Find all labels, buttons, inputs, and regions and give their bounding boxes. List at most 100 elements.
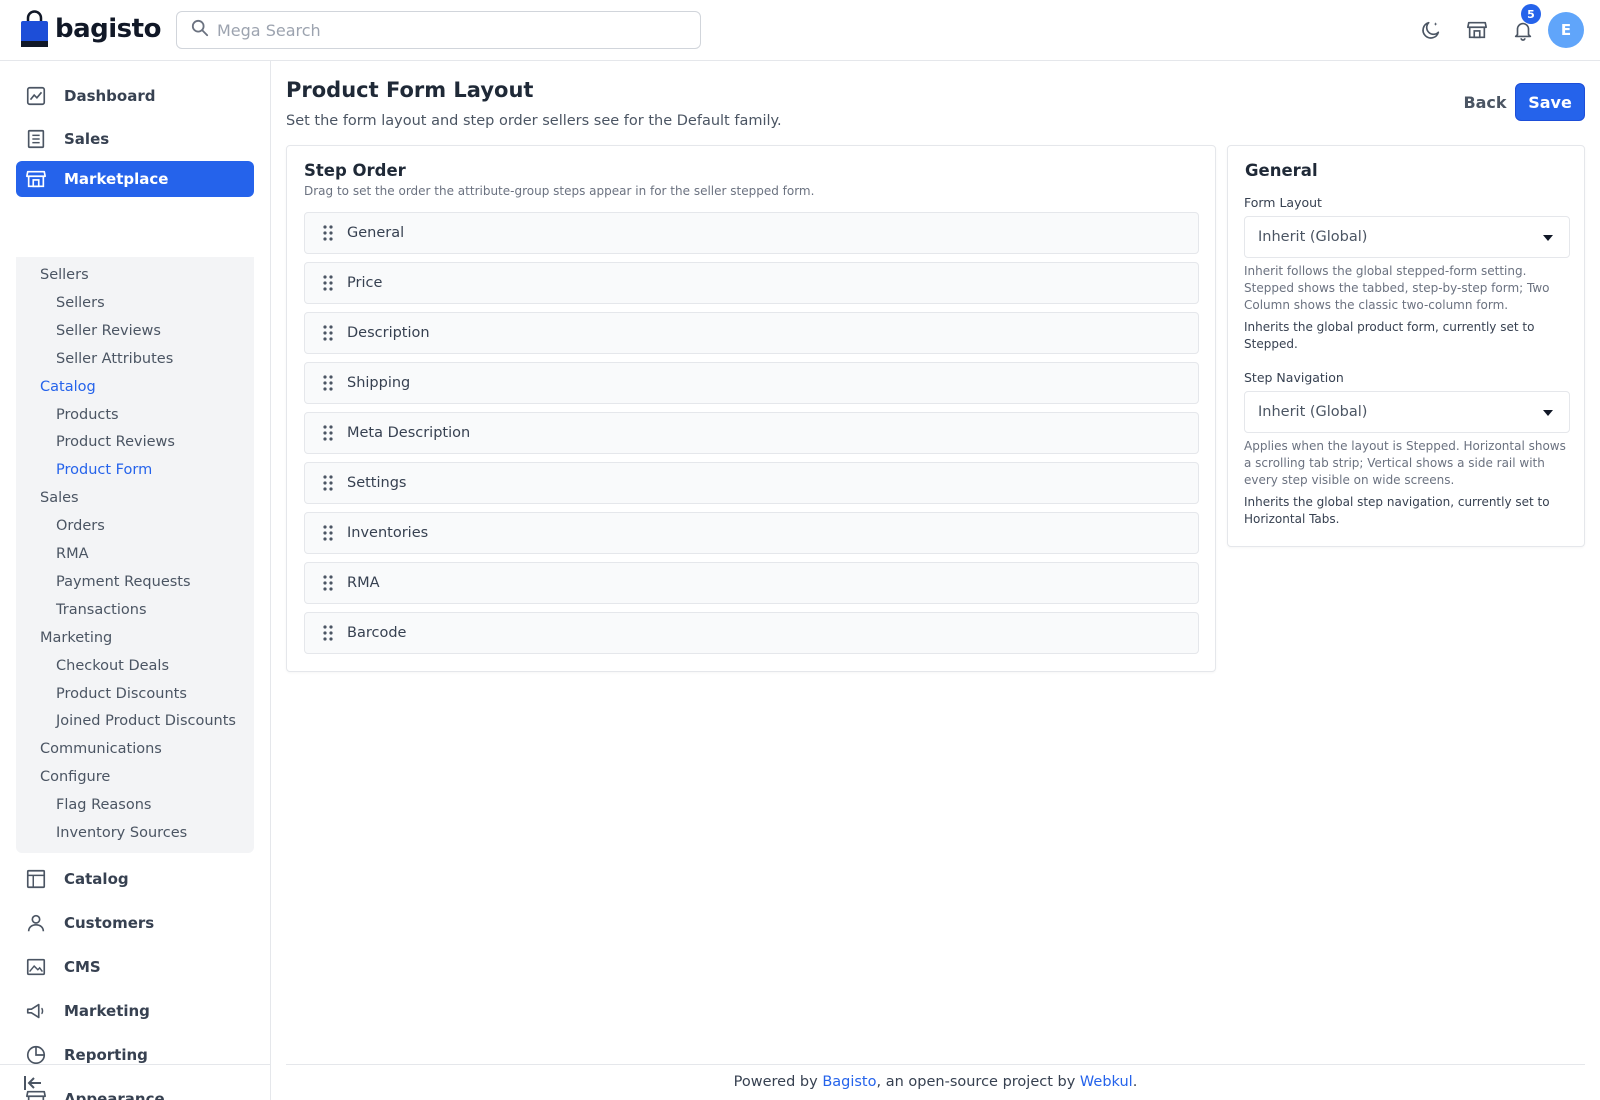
footer-prefix: Powered by xyxy=(733,1074,823,1090)
step-label: General xyxy=(347,225,405,241)
general-title: General xyxy=(1245,161,1318,180)
page-title: Product Form Layout xyxy=(286,78,534,102)
sidebar-item-customers[interactable]: Customers xyxy=(16,905,254,941)
sidebar-item-label: Marketing xyxy=(64,1002,150,1020)
collapse-sidebar-icon[interactable] xyxy=(22,1073,44,1097)
drag-handle-icon[interactable] xyxy=(322,574,334,592)
submenu-item-seller-attributes[interactable]: Seller Attributes xyxy=(56,351,173,367)
sidebar-item-cms[interactable]: CMS xyxy=(16,949,254,985)
step-row[interactable]: General xyxy=(304,212,1199,254)
footer-suffix: . xyxy=(1132,1074,1138,1090)
form-layout-help: Inherit follows the global stepped-form … xyxy=(1244,264,1550,312)
submenu-item-sales[interactable]: Sales xyxy=(40,490,79,506)
step-navigation-value: Inherit (Global) xyxy=(1258,404,1368,420)
caret-down-icon xyxy=(1543,410,1553,416)
submenu-item-catalog[interactable]: Catalog xyxy=(40,379,96,395)
submenu-item-marketing[interactable]: Marketing xyxy=(40,630,112,646)
step-navigation-select[interactable]: Inherit (Global) xyxy=(1244,391,1570,433)
drag-handle-icon[interactable] xyxy=(322,524,334,542)
search-icon xyxy=(191,19,209,41)
sidebar-item-label: CMS xyxy=(64,958,101,976)
bagisto-link[interactable]: Bagisto xyxy=(822,1074,876,1090)
store-icon xyxy=(24,167,48,191)
form-layout-label: Form Layout xyxy=(1244,195,1322,210)
step-label: Description xyxy=(347,325,430,341)
submenu-item-rma[interactable]: RMA xyxy=(56,546,89,562)
submenu-item-sellers[interactable]: Sellers xyxy=(56,295,105,311)
sidebar-item-label: Customers xyxy=(64,914,155,932)
footer-divider xyxy=(286,1064,1585,1065)
step-order-description: Drag to set the order the attribute-grou… xyxy=(304,184,815,198)
submenu-item-flag-reasons[interactable]: Flag Reasons xyxy=(56,797,151,813)
user-avatar[interactable]: E xyxy=(1548,12,1584,48)
megaphone-icon xyxy=(24,999,48,1023)
receipt-icon xyxy=(24,127,48,151)
step-row[interactable]: RMA xyxy=(304,562,1199,604)
footer: Powered by Bagisto, an open-source proje… xyxy=(286,1074,1585,1090)
sidebar-item-label: Catalog xyxy=(64,870,129,888)
step-order-title: Step Order xyxy=(304,161,406,180)
submenu-item-product-reviews[interactable]: Product Reviews xyxy=(56,434,175,450)
moon-icon[interactable] xyxy=(1418,17,1444,43)
drag-handle-icon[interactable] xyxy=(322,374,334,392)
submenu-item-communications[interactable]: Communications xyxy=(40,741,162,757)
submenu-item-product-discounts[interactable]: Product Discounts xyxy=(56,686,187,702)
page-subtitle: Set the form layout and step order selle… xyxy=(286,113,782,129)
step-row[interactable]: Inventories xyxy=(304,512,1199,554)
drag-handle-icon[interactable] xyxy=(322,274,334,292)
step-navigation-note: Inherits the global step navigation, cur… xyxy=(1244,495,1550,526)
image-icon xyxy=(24,955,48,979)
sidebar-item-marketplace[interactable]: Marketplace xyxy=(16,161,254,197)
submenu-item-payment-requests[interactable]: Payment Requests xyxy=(56,574,191,590)
catalog-icon xyxy=(24,867,48,891)
sidebar-item-catalog[interactable]: Catalog xyxy=(16,861,254,897)
submenu-item-orders[interactable]: Orders xyxy=(56,518,105,534)
submenu-item-seller-reviews[interactable]: Seller Reviews xyxy=(56,323,161,339)
step-row[interactable]: Settings xyxy=(304,462,1199,504)
form-layout-select[interactable]: Inherit (Global) xyxy=(1244,216,1570,258)
submenu-item-checkout-deals[interactable]: Checkout Deals xyxy=(56,658,169,674)
shopping-bag-icon xyxy=(20,10,49,48)
submenu-item-configure[interactable]: Configure xyxy=(40,769,110,785)
drag-handle-icon[interactable] xyxy=(322,224,334,242)
sidebar-item-marketing[interactable]: Marketing xyxy=(16,993,254,1029)
sidebar-item-sales[interactable]: Sales xyxy=(16,121,254,157)
sidebar-collapse-bar xyxy=(0,1064,270,1099)
submenu-item-products[interactable]: Products xyxy=(56,407,119,423)
brand-name: bagisto xyxy=(55,14,161,44)
sidebar-item-label: Reporting xyxy=(64,1046,148,1064)
step-row[interactable]: Price xyxy=(304,262,1199,304)
footer-middle: , an open-source project by xyxy=(876,1074,1080,1090)
marketplace-submenu xyxy=(16,257,254,853)
drag-handle-icon[interactable] xyxy=(322,324,334,342)
sidebar-item-dashboard[interactable]: Dashboard xyxy=(16,78,254,114)
form-layout-value: Inherit (Global) xyxy=(1258,229,1368,245)
submenu-item-inventory-sources[interactable]: Inventory Sources xyxy=(56,825,187,841)
step-row[interactable]: Description xyxy=(304,312,1199,354)
step-row[interactable]: Meta Description xyxy=(304,412,1199,454)
drag-handle-icon[interactable] xyxy=(322,424,334,442)
sidebar-item-label: Sales xyxy=(64,130,110,148)
submenu-item-transactions[interactable]: Transactions xyxy=(56,602,147,618)
general-card: General Form Layout Inherit (Global) Inh… xyxy=(1227,145,1585,547)
step-row[interactable]: Barcode xyxy=(304,612,1199,654)
save-button[interactable]: Save xyxy=(1515,83,1585,121)
step-navigation-help: Applies when the layout is Stepped. Hori… xyxy=(1244,439,1566,487)
step-label: Price xyxy=(347,275,383,291)
search-input[interactable] xyxy=(217,20,677,40)
submenu-item-product-form[interactable]: Product Form xyxy=(56,462,152,478)
drag-handle-icon[interactable] xyxy=(322,624,334,642)
top-header: bagisto 5 E xyxy=(0,0,1600,61)
dashboard-icon xyxy=(24,84,48,108)
drag-handle-icon[interactable] xyxy=(322,474,334,492)
store-icon[interactable] xyxy=(1464,17,1490,43)
submenu-item-sellers[interactable]: Sellers xyxy=(40,267,89,283)
step-order-card: Step Order Drag to set the order the att… xyxy=(286,145,1216,672)
form-layout-note: Inherits the global product form, curren… xyxy=(1244,320,1535,351)
search-box[interactable] xyxy=(176,11,701,49)
brand-logo[interactable]: bagisto xyxy=(20,10,161,48)
caret-down-icon xyxy=(1543,235,1553,241)
submenu-item-joined-product-discounts[interactable]: Joined Product Discounts xyxy=(56,713,236,729)
step-row[interactable]: Shipping xyxy=(304,362,1199,404)
webkul-link[interactable]: Webkul xyxy=(1080,1074,1133,1090)
